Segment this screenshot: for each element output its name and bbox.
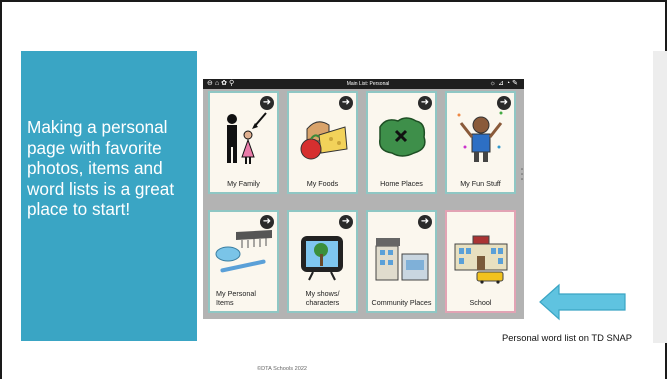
search-icon[interactable]: ⚲ xyxy=(229,80,236,87)
tile-my-fun-stuff[interactable]: ➜ My Fun Stuff xyxy=(445,91,516,194)
map-icon xyxy=(379,117,426,157)
tile-label: My Fun Stuff xyxy=(460,178,501,188)
tile-home-places[interactable]: ➜ Home Places xyxy=(366,91,437,194)
toolbar-left: ⊖⌂✿⚲ xyxy=(207,79,236,89)
tile-label: My Family xyxy=(227,178,260,188)
snap-screenshot: ⊖⌂✿⚲ Main List: Personal ☼⊿◔✎ ➜ My Famil… xyxy=(203,79,524,319)
tile-my-family[interactable]: ➜ My Family xyxy=(208,91,279,194)
settings-icon[interactable]: ✿ xyxy=(221,80,229,87)
foods-icon xyxy=(300,121,348,160)
tile-label: My Foods xyxy=(306,178,339,188)
buildings-icon xyxy=(375,238,429,281)
back-icon[interactable]: ⊖ xyxy=(207,80,215,87)
footer: ©DTA Schools 2022 xyxy=(257,366,308,372)
tile-my-foods[interactable]: ➜ My Foods xyxy=(287,91,358,194)
edit-icon[interactable]: ✎ xyxy=(512,80,520,87)
tile-label: School xyxy=(469,297,492,307)
text-panel: Making a personal page with favorite pho… xyxy=(21,51,197,341)
left-arrow-icon xyxy=(539,283,626,321)
tile-label: Community Places xyxy=(371,297,432,307)
tile-label: My shows/ characters xyxy=(305,289,340,307)
tile-my-personal-items[interactable]: ➜ My Personal Items xyxy=(208,210,279,313)
body-text: Making a personal page with favorite pho… xyxy=(27,117,175,220)
tile-community-places[interactable]: ➜ Community Places xyxy=(366,210,437,313)
page-title: Main List: Personal xyxy=(346,81,390,87)
slide: Making a personal page with favorite pho… xyxy=(0,0,667,379)
family-icon xyxy=(227,112,267,164)
fun-icon xyxy=(457,111,503,162)
app-toolbar: ⊖⌂✿⚲ Main List: Personal ☼⊿◔✎ xyxy=(203,79,524,89)
tile-label: My Personal Items xyxy=(216,289,256,307)
caption: Personal word list on TD SNAP xyxy=(501,332,633,343)
tile-label: Home Places xyxy=(380,178,423,188)
tile-school[interactable]: School xyxy=(445,210,516,313)
tv-icon xyxy=(301,236,343,281)
tile-my-shows-characters[interactable]: ➜ My shows/ characters xyxy=(287,210,358,313)
personal-items-icon xyxy=(215,230,272,273)
toolbar-right: ☼⊿◔✎ xyxy=(490,79,520,89)
side-panel xyxy=(653,51,667,343)
school-icon xyxy=(454,235,508,284)
light-icon[interactable]: ☼ xyxy=(490,80,498,87)
scroll-indicator[interactable] xyxy=(521,167,523,181)
chart-icon[interactable]: ⊿ xyxy=(498,80,506,87)
